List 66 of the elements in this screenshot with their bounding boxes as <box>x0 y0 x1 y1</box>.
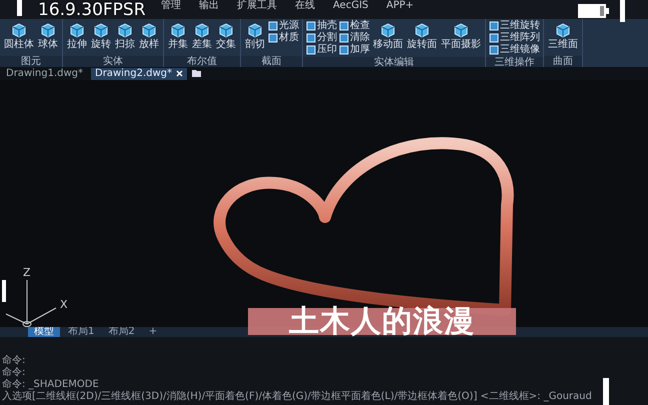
square-icon <box>489 45 499 55</box>
recording-frame-marker <box>603 378 609 405</box>
command-history-line: 命令: <box>2 355 26 367</box>
ribbon-small-button[interactable]: 光源 <box>268 20 299 32</box>
ribbon-tab[interactable]: 输出 <box>194 0 224 12</box>
recording-frame-marker <box>620 0 625 22</box>
ribbon-small-button[interactable]: 清除 <box>339 32 370 44</box>
recording-frame-marker <box>17 0 22 16</box>
ribbon-button[interactable]: 拉伸 <box>66 20 88 51</box>
ribbon-button[interactable]: 三维面 <box>547 20 579 51</box>
square-icon <box>306 33 316 43</box>
panel-title: 曲面 <box>544 56 582 67</box>
square-icon <box>339 21 349 31</box>
command-history-line: 命令: <box>2 367 26 379</box>
panel-title: 图元 <box>0 56 62 67</box>
ribbon-button[interactable]: 并集 <box>167 20 189 51</box>
ribbon-small-button[interactable]: 三维镜像 <box>489 44 540 56</box>
ribbon-button[interactable]: 扫掠 <box>114 20 136 51</box>
ribbon-button[interactable]: 球体 <box>37 20 59 51</box>
panel-title: 三维操作 <box>486 57 543 68</box>
ribbon-small-button[interactable]: 材质 <box>268 32 299 44</box>
panel-title: 实体 <box>63 56 163 67</box>
ribbon-button[interactable]: 移动面 <box>372 20 404 51</box>
ribbon-button[interactable]: 剖切 <box>244 20 266 51</box>
ucs-axis-icon <box>6 280 56 327</box>
square-icon <box>489 33 499 43</box>
ribbon-small-button[interactable]: 抽壳 <box>306 20 337 32</box>
fps-overlay: 16.9.30FPSR <box>38 1 146 19</box>
ribbon-button[interactable]: 圆柱体 <box>3 20 35 51</box>
axis-label: X <box>60 298 68 311</box>
ribbon-tab[interactable]: 管理 <box>156 0 186 12</box>
axis-label: Z <box>23 266 31 279</box>
square-icon <box>339 45 349 55</box>
ribbon-tab[interactable]: AecGIS <box>328 0 374 12</box>
ribbon-small-button[interactable]: 检查 <box>339 20 370 32</box>
ribbon-tab[interactable]: 在线 <box>290 0 320 12</box>
ribbon-button[interactable]: 差集 <box>191 20 213 51</box>
square-icon <box>306 45 316 55</box>
ribbon-small-button[interactable]: 分割 <box>306 32 337 44</box>
ribbon-small-button[interactable]: 三维阵列 <box>489 32 540 44</box>
close-icon <box>176 70 183 77</box>
command-history-line: 命令: _SHADEMODE <box>2 379 100 390</box>
ribbon-tab[interactable]: APP+ <box>381 0 419 12</box>
recording-frame-marker <box>2 280 6 302</box>
command-history-line: 入选项[二维线框(2D)/三维线框(3D)/消隐(H)/平面着色(F)/体着色(G)/带边框平面着色(L)/带边框体着色(O)] <二维线框>: _Gouraud <box>2 391 593 403</box>
ribbon-button[interactable]: 平面摄影 <box>440 20 482 51</box>
square-icon <box>339 33 349 43</box>
ribbon-button[interactable]: 旋转面 <box>406 20 438 51</box>
panel-title: 布尔值 <box>164 56 240 67</box>
ribbon-small-button[interactable]: 压印 <box>306 44 337 56</box>
battery-icon <box>578 4 610 18</box>
ribbon-small-button[interactable]: 加厚 <box>339 44 370 56</box>
ribbon-small-button[interactable]: 三维旋转 <box>489 20 540 32</box>
square-icon <box>489 21 499 31</box>
square-icon <box>306 21 316 31</box>
ribbon-button[interactable]: 放样 <box>138 20 160 51</box>
file-tab[interactable]: Drawing1.dwg* <box>2 68 87 80</box>
square-icon <box>268 33 278 43</box>
ribbon-button[interactable]: 旋转 <box>90 20 112 51</box>
panel-title: 截面 <box>241 56 302 67</box>
square-icon <box>268 21 278 31</box>
layout-tab[interactable]: + <box>142 327 164 337</box>
folder-icon <box>191 69 202 78</box>
ribbon-button[interactable]: 交集 <box>215 20 237 51</box>
panel-title: 实体编辑 <box>303 57 485 68</box>
file-tab[interactable]: Drawing2.dwg* <box>91 68 187 80</box>
